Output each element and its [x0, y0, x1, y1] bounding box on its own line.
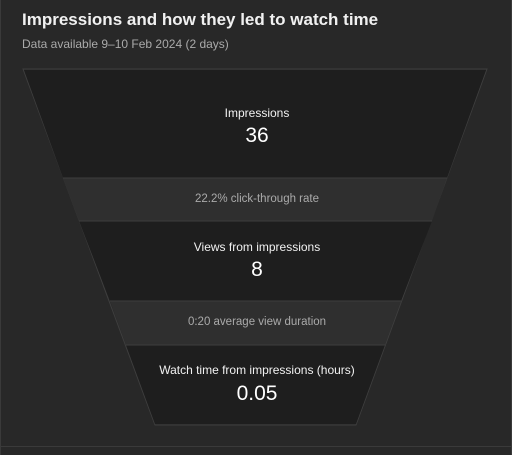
views-label: Views from impressions [193, 240, 321, 254]
card-bottom-divider [1, 446, 512, 447]
impressions-value: 36 [245, 124, 269, 147]
average-view-duration-text: 0:20 average view duration [187, 316, 327, 328]
watch-time-label: Watch time from impressions (hours) [159, 363, 355, 377]
watch-time-value: 0.05 [236, 382, 278, 405]
click-through-rate-text: 22.2% click-through rate [194, 193, 319, 205]
impressions-label: Impressions [224, 106, 290, 120]
impressions-funnel-card: Impressions and how they led to watch ti… [0, 0, 512, 455]
views-value: 8 [251, 258, 263, 281]
